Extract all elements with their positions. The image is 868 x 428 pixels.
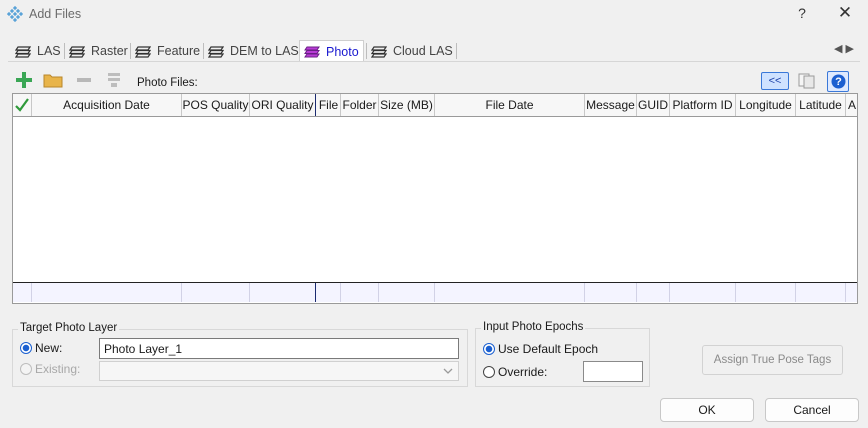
collapse-button[interactable]: << — [761, 72, 789, 90]
remove-icon — [77, 78, 91, 82]
tab-divider — [366, 43, 367, 59]
summary-cell — [585, 283, 637, 302]
existing-layer-dropdown[interactable] — [99, 361, 459, 381]
input-photo-epochs-legend: Input Photo Epochs — [481, 321, 586, 333]
photo-files-label: Photo Files: — [137, 77, 198, 89]
summary-cell — [435, 283, 585, 302]
photo-files-grid[interactable]: Acquisition Date POS Quality ORI Quality… — [12, 93, 858, 304]
assign-true-pose-tags-button[interactable]: Assign True Pose Tags — [702, 345, 843, 375]
tab-label: DEM to LAS — [230, 44, 299, 58]
tab-las[interactable]: LAS — [15, 41, 61, 61]
layers-icon — [135, 45, 151, 58]
summary-cell — [736, 283, 796, 302]
default-epoch-radio[interactable] — [483, 343, 495, 355]
layers-icon — [208, 45, 224, 58]
summary-cell — [32, 283, 182, 302]
column-header-acquisition-date[interactable]: Acquisition Date — [32, 94, 182, 116]
existing-layer-radio[interactable] — [20, 363, 32, 375]
chevron-down-icon — [443, 368, 453, 374]
layers-icon — [304, 46, 320, 58]
column-header-ori-quality[interactable]: ORI Quality — [250, 94, 316, 116]
summary-cell — [317, 283, 341, 302]
column-header-truncated[interactable]: A — [846, 94, 857, 116]
summary-cell — [182, 283, 250, 302]
tab-label: Feature — [157, 44, 201, 58]
column-header-checked[interactable] — [13, 94, 32, 116]
tab-cloud-las[interactable]: Cloud LAS — [371, 41, 453, 61]
column-header-file[interactable]: File — [317, 94, 341, 116]
tab-scroll-right-icon[interactable]: ▶ — [845, 43, 856, 55]
target-photo-layer-legend: Target Photo Layer — [18, 322, 120, 334]
layers-icon — [371, 45, 387, 58]
grid-summary-row — [13, 282, 857, 302]
add-icon — [16, 72, 32, 88]
summary-cell — [250, 283, 316, 302]
override-epoch-label: Override: — [498, 365, 548, 379]
tab-label: Raster — [91, 44, 128, 58]
add-folder-button[interactable] — [42, 69, 64, 91]
layers-icon — [69, 45, 85, 58]
help-icon-button[interactable]: ? — [827, 71, 849, 92]
add-button[interactable] — [13, 69, 35, 91]
remove-button[interactable] — [73, 69, 95, 91]
app-logo-icon — [7, 6, 23, 22]
new-layer-label: New: — [35, 341, 63, 355]
help-button[interactable]: ? — [794, 5, 810, 21]
column-header-longitude[interactable]: Longitude — [736, 94, 796, 116]
column-header-platform-id[interactable]: Platform ID — [670, 94, 736, 116]
cancel-button[interactable]: Cancel — [765, 398, 859, 422]
window-title: Add Files — [29, 7, 82, 21]
summary-cell — [637, 283, 670, 302]
tab-divider — [203, 43, 204, 59]
tab-feature[interactable]: Feature — [135, 41, 200, 61]
tab-label: LAS — [37, 44, 61, 58]
stack-icon — [108, 73, 120, 87]
title-bar — [0, 0, 868, 30]
summary-cell — [796, 283, 846, 302]
close-button[interactable]: ✕ — [836, 3, 854, 23]
column-header-folder[interactable]: Folder — [341, 94, 379, 116]
summary-cell — [341, 283, 379, 302]
column-header-latitude[interactable]: Latitude — [796, 94, 846, 116]
column-header-guid[interactable]: GUID — [637, 94, 670, 116]
tab-label: Cloud LAS — [393, 44, 453, 58]
summary-cell — [13, 283, 32, 302]
tab-label: Photo — [326, 44, 359, 59]
tab-divider — [64, 43, 65, 59]
column-header-file-date[interactable]: File Date — [435, 94, 585, 116]
tab-scroll-left-icon[interactable]: ◀ — [834, 43, 845, 55]
column-header-size[interactable]: Size (MB) — [379, 94, 435, 116]
summary-cell — [379, 283, 435, 302]
column-header-message[interactable]: Message — [585, 94, 637, 116]
summary-cell — [670, 283, 736, 302]
question-icon: ? — [831, 74, 845, 89]
default-epoch-label: Use Default Epoch — [498, 342, 599, 356]
layers-icon — [15, 45, 31, 58]
tab-divider — [456, 43, 457, 59]
existing-layer-label: Existing: — [35, 362, 81, 376]
filter-button[interactable] — [103, 69, 125, 91]
new-layer-radio[interactable] — [20, 342, 32, 354]
override-epoch-input[interactable] — [583, 361, 643, 382]
override-epoch-radio[interactable] — [483, 366, 495, 378]
new-layer-name-input[interactable]: Photo Layer_1 — [99, 338, 459, 359]
tab-raster[interactable]: Raster — [69, 41, 128, 61]
column-header-pos-quality[interactable]: POS Quality — [182, 94, 250, 116]
checkmark-icon — [15, 98, 29, 112]
grid-header: Acquisition Date POS Quality ORI Quality… — [13, 94, 857, 117]
tab-divider — [130, 43, 131, 59]
folder-icon — [43, 74, 63, 88]
tab-scroll-arrows[interactable]: ◀▶ — [834, 42, 857, 55]
tab-dem-to-las[interactable]: DEM to LAS — [208, 41, 299, 61]
svg-text:?: ? — [835, 76, 842, 88]
ok-button[interactable]: OK — [660, 398, 754, 422]
copy-icon[interactable] — [797, 72, 817, 89]
tab-photo[interactable]: Photo — [299, 40, 364, 62]
